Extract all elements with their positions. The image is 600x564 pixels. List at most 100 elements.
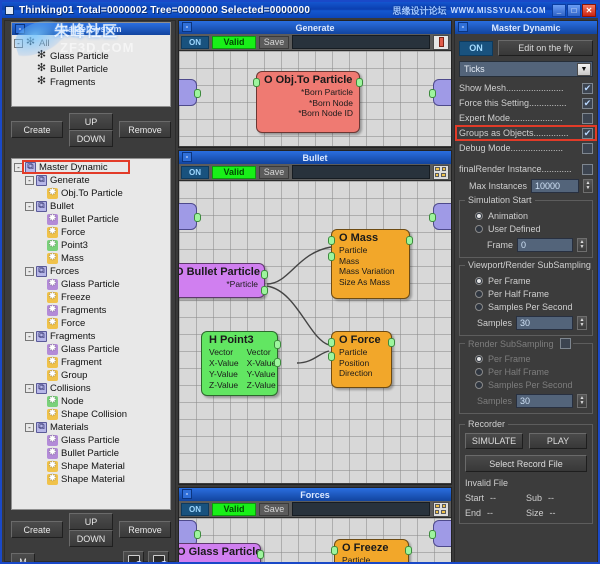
- checkbox-icon[interactable]: [582, 163, 593, 175]
- graph-canvas-forces[interactable]: O Glass Particle O Freeze Particle: [179, 518, 451, 562]
- simulate-button[interactable]: SIMULATE: [465, 433, 523, 449]
- timing-select[interactable]: Ticks ▼: [459, 61, 593, 77]
- node-freeze[interactable]: O Freeze Particle: [331, 539, 412, 562]
- red-bar-icon[interactable]: [433, 34, 449, 50]
- tree-item-glass-particle[interactable]: Glass Particle: [12, 278, 170, 291]
- close-button[interactable]: ✕: [582, 3, 596, 17]
- radio-icon[interactable]: [475, 211, 483, 220]
- tree-item-freeze[interactable]: Freeze: [12, 291, 170, 304]
- graph-on-button[interactable]: ON: [181, 502, 209, 516]
- port-dot-icon[interactable]: [429, 530, 436, 539]
- tree-item-force[interactable]: Force: [12, 317, 170, 330]
- maximize-button[interactable]: □: [567, 3, 581, 17]
- tree-item-materials[interactable]: - Materials: [12, 421, 170, 434]
- edit-on-the-fly-button[interactable]: Edit on the fly: [498, 40, 593, 56]
- node-input-port[interactable]: [253, 78, 260, 87]
- graph-canvas-generate[interactable]: O Obj.To Particle *Born Particle *Born N…: [179, 51, 451, 146]
- canvas-output-port[interactable]: [429, 520, 451, 547]
- node-output-port[interactable]: [388, 338, 395, 347]
- radio-render-samples-per-second[interactable]: Samples Per Second: [465, 378, 587, 391]
- samples-spinner[interactable]: ▲ ▼: [577, 394, 587, 408]
- frame-input[interactable]: 0: [517, 238, 573, 252]
- layout-grid-icon[interactable]: [433, 164, 449, 180]
- canvas-input-port[interactable]: [179, 79, 201, 106]
- tree-item-generate[interactable]: - Generate: [12, 174, 170, 187]
- layout-grid-icon[interactable]: [433, 501, 449, 517]
- tree-item-shape-material[interactable]: Shape Material: [12, 460, 170, 473]
- max-instances-input[interactable]: 10000: [531, 179, 579, 193]
- node-input-port[interactable]: [328, 252, 335, 261]
- radio-render-per-half-frame[interactable]: Per Half Frame: [465, 365, 587, 378]
- load-dynamicset-icon[interactable]: [148, 551, 169, 562]
- play-button[interactable]: PLAY: [529, 433, 587, 449]
- samples-input[interactable]: 30: [516, 394, 573, 408]
- samples-input[interactable]: 30: [516, 316, 573, 330]
- chevron-down-icon[interactable]: ▼: [577, 63, 591, 76]
- minimize-button[interactable]: _: [552, 3, 566, 17]
- tree-item-point3[interactable]: Point3: [12, 239, 170, 252]
- node-output-port[interactable]: [261, 270, 268, 279]
- checkbox-expert-mode[interactable]: Expert Mode.....................: [459, 112, 593, 124]
- radio-viewport-per-half-frame[interactable]: Per Half Frame: [465, 287, 587, 300]
- create-button-bottom[interactable]: Create: [11, 521, 63, 538]
- frame-spinner[interactable]: ▲ ▼: [577, 238, 587, 252]
- node-mass[interactable]: O Mass Particle Mass Mass Variation Size…: [328, 229, 413, 299]
- node-output-port[interactable]: [406, 236, 413, 245]
- master-system-minimize-button[interactable]: -: [15, 24, 25, 34]
- graph-canvas-bullet[interactable]: O Bullet Particle *Particle O Mass Parti…: [179, 181, 451, 483]
- dynamic-set-tree[interactable]: -Master Dynamic-GenerateObj.To Particle -…: [11, 158, 171, 510]
- up-button[interactable]: UP: [69, 113, 113, 130]
- node-input-port[interactable]: [331, 546, 338, 555]
- node-output-port[interactable]: [261, 286, 268, 295]
- expander-icon[interactable]: -: [25, 332, 34, 341]
- canvas-input-port[interactable]: [179, 203, 201, 230]
- remove-button-bottom[interactable]: Remove: [119, 521, 171, 538]
- graph-on-button[interactable]: ON: [181, 35, 209, 49]
- canvas-output-port[interactable]: [429, 79, 451, 106]
- tree-item-bullet-particle[interactable]: Bullet Particle: [12, 447, 170, 460]
- node-input-port[interactable]: [328, 352, 335, 361]
- graph-minimize-button[interactable]: -: [182, 152, 192, 162]
- node-output-port[interactable]: [356, 78, 363, 87]
- tree-item-obj-to-particle[interactable]: Obj.To Particle: [12, 187, 170, 200]
- up-button-bottom[interactable]: UP: [69, 513, 113, 530]
- graph-minimize-button[interactable]: -: [182, 22, 192, 32]
- tree-item-node[interactable]: Node: [12, 395, 170, 408]
- master-dynamic-on-button[interactable]: ON: [459, 40, 493, 56]
- radio-icon[interactable]: [475, 224, 483, 233]
- node-obj-to-particle[interactable]: O Obj.To Particle *Born Particle *Born N…: [253, 71, 363, 133]
- port-dot-icon[interactable]: [194, 213, 201, 222]
- node-force[interactable]: O Force Particle Position Direction: [328, 331, 395, 388]
- tree-item-shape-material[interactable]: Shape Material: [12, 473, 170, 486]
- port-dot-icon[interactable]: [194, 89, 201, 98]
- graph-save-button[interactable]: Save: [259, 502, 289, 516]
- samples-spinner[interactable]: ▲ ▼: [577, 316, 587, 330]
- node-point3[interactable]: H Point3 Vector X-Value Y-Value Z-Value …: [201, 331, 281, 396]
- radio-user-defined[interactable]: User Defined: [465, 222, 587, 235]
- tree-item-master-dynamic[interactable]: - Master Dynamic: [12, 160, 170, 174]
- graph-save-button[interactable]: Save: [259, 165, 289, 179]
- radio-icon[interactable]: [475, 302, 483, 311]
- down-button[interactable]: DOWN: [69, 130, 113, 147]
- expander-icon[interactable]: -: [25, 384, 34, 393]
- render-subsampling-checkbox-icon[interactable]: [559, 338, 571, 349]
- expander-icon[interactable]: -: [25, 202, 34, 211]
- tree-item-glass-particle[interactable]: Glass Particle: [12, 343, 170, 356]
- radio-render-per-frame[interactable]: Per Frame: [465, 352, 587, 365]
- expander-icon[interactable]: -: [14, 163, 23, 172]
- node-glass-particle[interactable]: O Glass Particle: [179, 543, 264, 562]
- save-dynamicset-icon[interactable]: [123, 551, 144, 562]
- tree-item-bullet-particle[interactable]: Bullet Particle: [12, 213, 170, 226]
- graph-name-input[interactable]: [292, 165, 430, 179]
- graph-on-button[interactable]: ON: [181, 165, 209, 179]
- checkbox-icon[interactable]: [582, 112, 593, 124]
- remove-button[interactable]: Remove: [119, 121, 171, 138]
- checkbox-debug-mode[interactable]: Debug Mode.....................: [459, 142, 593, 154]
- radio-viewport-per-frame[interactable]: Per Frame: [465, 274, 587, 287]
- port-dot-icon[interactable]: [194, 530, 201, 539]
- graph-name-input[interactable]: [292, 502, 430, 516]
- checkbox-show-mesh[interactable]: Show Mesh.......................: [459, 82, 593, 94]
- checkbox-groups-as-objects[interactable]: Groups as Objects..............: [455, 125, 597, 141]
- checkbox-icon[interactable]: [582, 97, 593, 109]
- node-input-port[interactable]: [328, 338, 335, 347]
